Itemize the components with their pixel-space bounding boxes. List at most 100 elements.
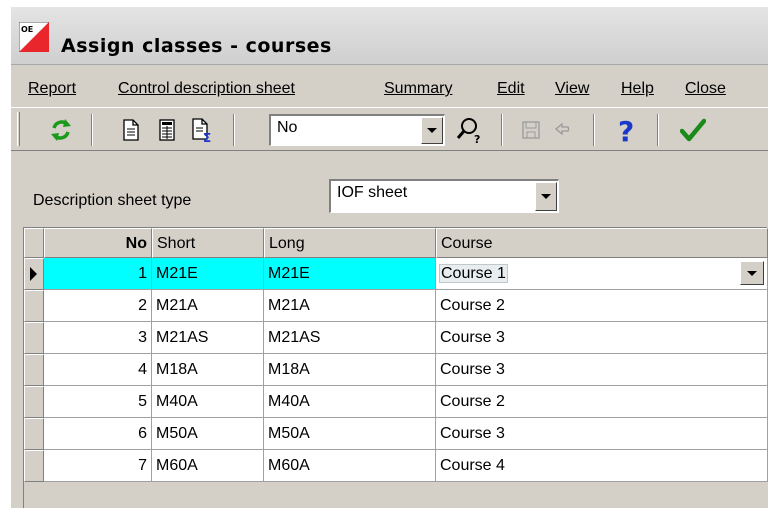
print-document-button[interactable]: [115, 114, 147, 146]
table-row[interactable]: 1 M21E M21E Course 1: [24, 258, 768, 290]
description-sheet-type-value: IOF sheet: [337, 184, 408, 201]
find-icon: ?: [456, 118, 480, 144]
document-sum-icon: Σ: [192, 118, 211, 143]
save-icon: [522, 121, 540, 139]
column-header-long[interactable]: Long: [264, 228, 436, 258]
grid-corner-header: [24, 228, 44, 258]
toolbar: Σ No ? ?: [11, 107, 768, 151]
toolbar-grip[interactable]: [17, 112, 20, 146]
filter-combo-dropdown-button[interactable]: [421, 117, 443, 144]
menu-report[interactable]: Report: [28, 80, 76, 98]
checkmark-icon: [680, 118, 706, 142]
cell-long[interactable]: M60A: [264, 450, 436, 482]
cell-no[interactable]: 6: [44, 418, 152, 450]
cell-course[interactable]: Course 2: [436, 290, 768, 322]
svg-text:?: ?: [474, 133, 480, 144]
menu-summary[interactable]: Summary: [384, 80, 452, 98]
undo-icon: [554, 122, 570, 136]
cell-course[interactable]: Course 4: [436, 450, 768, 482]
column-header-no[interactable]: No: [44, 228, 152, 258]
menu-summary-label: Summary: [384, 80, 453, 97]
window-title: Assign classes - courses: [61, 35, 332, 57]
app-logo-icon: OE: [19, 22, 49, 52]
description-sheet-dropdown-button[interactable]: [535, 182, 557, 211]
table-row[interactable]: 5 M40A M40A Course 2: [24, 386, 768, 418]
class-course-grid: No Short Long Course 1 M21E M21E Course …: [23, 227, 768, 508]
save-button[interactable]: [515, 114, 547, 146]
refresh-button[interactable]: [45, 114, 77, 146]
menu-view-label: View: [555, 80, 590, 97]
table-row[interactable]: 3 M21AS M21AS Course 3: [24, 322, 768, 354]
refresh-icon: [51, 119, 71, 141]
cell-no[interactable]: 5: [44, 386, 152, 418]
menu-help[interactable]: Help: [621, 80, 654, 98]
menu-control-description-sheet[interactable]: Control description sheet: [118, 80, 295, 98]
course-dropdown-button[interactable]: [740, 261, 764, 285]
cell-long[interactable]: M21E: [264, 258, 436, 290]
cell-long[interactable]: M40A: [264, 386, 436, 418]
print-table-button[interactable]: [151, 114, 183, 146]
cell-course-editor[interactable]: Course 1: [436, 258, 768, 290]
description-sheet-type-select[interactable]: IOF sheet: [329, 179, 559, 213]
column-header-short[interactable]: Short: [152, 228, 264, 258]
menu-close[interactable]: Close: [685, 80, 726, 98]
row-indicator[interactable]: [24, 354, 44, 386]
confirm-button[interactable]: [677, 114, 709, 146]
menu-edit[interactable]: Edit: [497, 80, 525, 98]
help-button[interactable]: ?: [611, 114, 643, 146]
row-indicator[interactable]: [24, 386, 44, 418]
print-summary-button[interactable]: Σ: [187, 114, 219, 146]
toolbar-separator: [657, 114, 659, 146]
cell-short[interactable]: M60A: [152, 450, 264, 482]
title-bar[interactable]: OE Assign classes - courses: [11, 7, 768, 65]
cell-course[interactable]: Course 3: [436, 322, 768, 354]
current-row-arrow-icon: [30, 267, 37, 281]
cell-short[interactable]: M40A: [152, 386, 264, 418]
cell-course[interactable]: Course 3: [436, 354, 768, 386]
cell-course[interactable]: Course 2: [436, 386, 768, 418]
undo-button[interactable]: [549, 114, 581, 146]
cell-short[interactable]: M21AS: [152, 322, 264, 354]
table-icon: [159, 119, 175, 141]
row-indicator[interactable]: [24, 322, 44, 354]
cell-no[interactable]: 1: [44, 258, 152, 290]
cell-long[interactable]: M21AS: [264, 322, 436, 354]
chevron-down-icon: [427, 128, 437, 133]
course-editor-value: Course 1: [439, 264, 508, 283]
cell-short[interactable]: M21E: [152, 258, 264, 290]
chevron-down-icon: [747, 270, 757, 276]
cell-short[interactable]: M18A: [152, 354, 264, 386]
row-indicator[interactable]: [24, 290, 44, 322]
cell-short[interactable]: M21A: [152, 290, 264, 322]
cell-course[interactable]: Course 3: [436, 418, 768, 450]
menu-view[interactable]: View: [555, 80, 589, 98]
cell-no[interactable]: 3: [44, 322, 152, 354]
cell-long[interactable]: M21A: [264, 290, 436, 322]
menu-bar: Report Control description sheet Summary…: [11, 75, 768, 105]
table-row[interactable]: 4 M18A M18A Course 3: [24, 354, 768, 386]
row-indicator[interactable]: [24, 258, 44, 290]
toolbar-separator: [91, 114, 93, 146]
row-indicator[interactable]: [24, 450, 44, 482]
toolbar-separator: [593, 114, 595, 146]
row-indicator[interactable]: [24, 418, 44, 450]
document-icon: [123, 119, 139, 141]
description-sheet-type-label: Description sheet type: [33, 192, 192, 209]
cell-no[interactable]: 2: [44, 290, 152, 322]
table-row[interactable]: 6 M50A M50A Course 3: [24, 418, 768, 450]
help-icon: ?: [618, 115, 634, 145]
toolbar-separator: [501, 114, 503, 146]
find-button[interactable]: ?: [453, 114, 485, 146]
column-header-course[interactable]: Course: [436, 228, 768, 258]
cell-no[interactable]: 7: [44, 450, 152, 482]
cell-short[interactable]: M50A: [152, 418, 264, 450]
table-row[interactable]: 2 M21A M21A Course 2: [24, 290, 768, 322]
svg-text:OE: OE: [21, 25, 33, 34]
table-row[interactable]: 7 M60A M60A Course 4: [24, 450, 768, 482]
menu-close-label: Close: [685, 80, 726, 97]
cell-long[interactable]: M50A: [264, 418, 436, 450]
cell-no[interactable]: 4: [44, 354, 152, 386]
cell-long[interactable]: M18A: [264, 354, 436, 386]
filter-combo-value: No: [277, 119, 298, 136]
filter-combo[interactable]: No: [269, 114, 445, 146]
